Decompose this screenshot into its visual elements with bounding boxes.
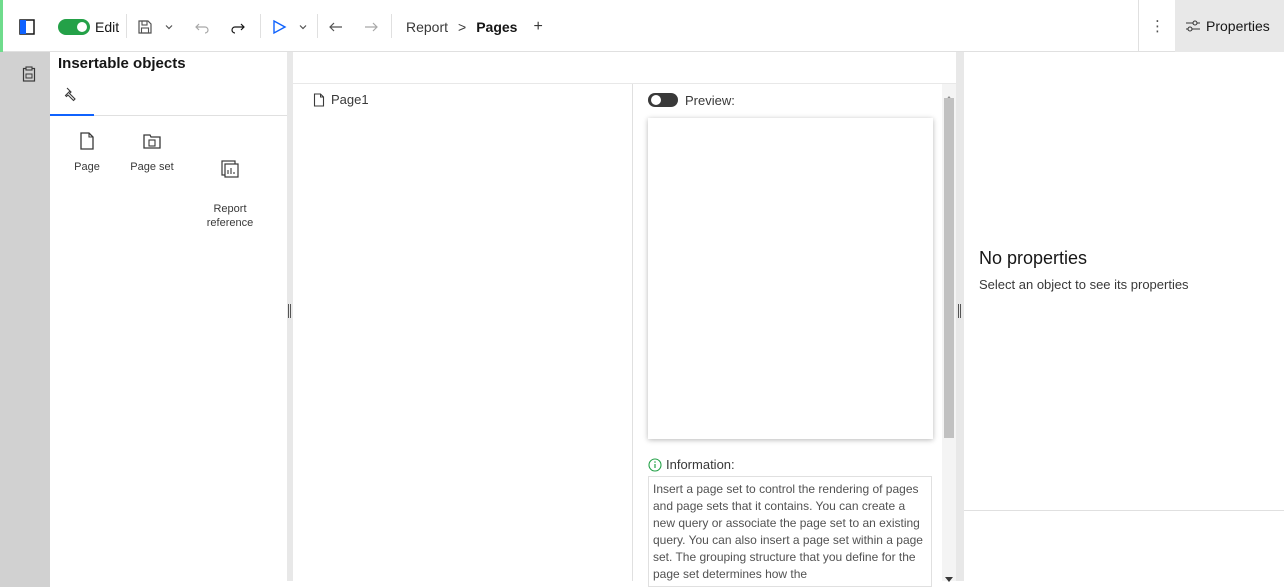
left-splitter[interactable]: [287, 52, 293, 581]
insertable-report-reference[interactable]: Report reference: [200, 132, 260, 230]
edit-label: Edit: [95, 19, 120, 35]
info-icon: [648, 457, 662, 472]
clipboard-icon[interactable]: [22, 66, 36, 87]
information-text-box: Insert a page set to control the renderi…: [648, 476, 932, 587]
insertable-report-reference-label: Report reference: [206, 203, 254, 229]
tab-toolbox[interactable]: [50, 78, 94, 116]
overflow-menu-icon[interactable]: ⋮: [1150, 17, 1165, 35]
scroll-down-arrow-icon[interactable]: [945, 570, 953, 588]
breadcrumb-separator: >: [458, 19, 467, 35]
forward-arrow-icon[interactable]: [362, 18, 380, 36]
properties-button[interactable]: Properties: [1175, 0, 1284, 52]
page-item-label: Page1: [331, 92, 369, 107]
properties-button-label: Properties: [1206, 18, 1270, 34]
insertable-page-set[interactable]: Page set: [122, 132, 182, 174]
run-icon[interactable]: [270, 18, 288, 36]
preview-toggle[interactable]: [648, 93, 678, 107]
page-item-icon: [313, 92, 325, 107]
no-properties-message: Select an object to see its properties: [979, 277, 1189, 292]
information-heading: Information:: [648, 457, 735, 472]
preview-canvas: [648, 118, 933, 439]
information-text: Insert a page set to control the renderi…: [653, 482, 923, 581]
insertable-objects-panel: Insertable objects Page Page set Report …: [50, 52, 287, 587]
information-label: Information:: [666, 457, 735, 472]
insertable-objects-title: Insertable objects: [58, 55, 186, 72]
breadcrumb-current: Pages: [476, 19, 518, 35]
preview-scrollbar-thumb[interactable]: [944, 98, 954, 438]
page-icon: [57, 132, 117, 154]
left-rail: [0, 0, 50, 587]
insertable-page[interactable]: Page: [57, 132, 117, 174]
left-splitter-grip: [288, 304, 291, 318]
breadcrumb: Report > Pages +: [406, 18, 543, 36]
center-header: [293, 52, 956, 84]
add-page-button[interactable]: +: [533, 18, 542, 36]
redo-icon[interactable]: [229, 18, 247, 36]
preview-label: Preview:: [685, 93, 735, 108]
panel-toggle-icon[interactable]: [18, 18, 36, 36]
right-splitter-grip: [958, 304, 961, 318]
save-icon[interactable]: [136, 18, 154, 36]
top-toolbar: Edit Report > Pages + ⋮ Properties: [0, 0, 1284, 52]
edit-toggle[interactable]: [58, 19, 90, 35]
insertable-page-label: Page: [74, 161, 100, 173]
settings-adjust-icon: [1185, 18, 1201, 34]
run-menu-chevron-icon[interactable]: [296, 20, 310, 34]
breadcrumb-report[interactable]: Report: [406, 19, 448, 35]
page-list-item[interactable]: Page1: [313, 92, 369, 107]
page-set-icon: [122, 132, 182, 154]
undo-icon[interactable]: [193, 18, 211, 36]
wrench-icon: [64, 86, 80, 107]
active-indicator: [0, 0, 3, 52]
save-menu-chevron-icon[interactable]: [162, 20, 176, 34]
properties-panel: No properties Select an object to see it…: [964, 52, 1284, 511]
report-reference-icon: [200, 146, 260, 182]
right-splitter[interactable]: [956, 52, 964, 581]
back-arrow-icon[interactable]: [327, 18, 345, 36]
insertable-page-set-label: Page set: [130, 161, 174, 173]
no-properties-title: No properties: [979, 248, 1088, 268]
